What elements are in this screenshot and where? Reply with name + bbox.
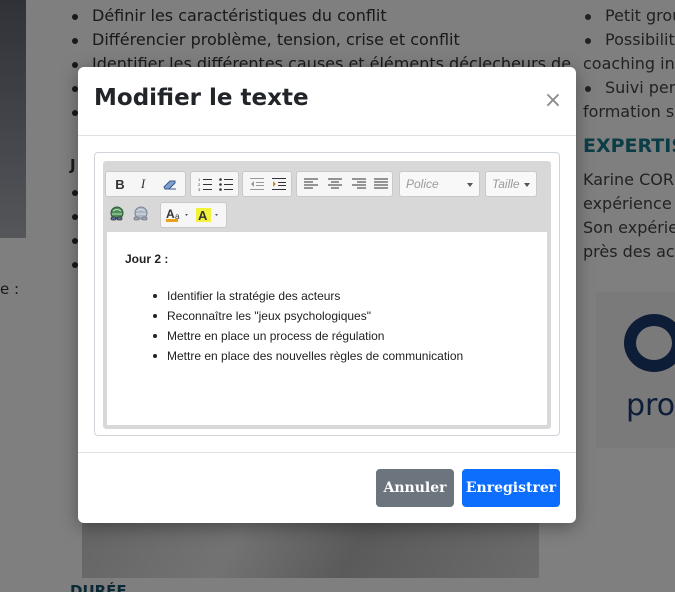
link-icon [110, 206, 124, 221]
unlink-icon [133, 206, 148, 221]
ordered-list-button[interactable]: 1 2 3 [195, 174, 215, 194]
outdent-icon [250, 178, 264, 190]
content-list-item: Reconnaître les "jeux psychologiques" [149, 306, 463, 326]
align-justify-icon [374, 178, 388, 189]
toolbar-group-lists: 1 2 3 [190, 171, 239, 197]
rich-text-editor: B I 1 2 3 Police Taille A a A Jour 2: I… [103, 161, 551, 429]
toolbar-group-indent [242, 171, 292, 197]
align-right-button[interactable] [349, 174, 369, 194]
svg-text:A: A [198, 208, 208, 223]
font-size-select[interactable]: Taille [485, 171, 537, 197]
indent-icon [272, 178, 286, 190]
editor-container: B I 1 2 3 Police Taille A a A Jour 2: I… [94, 152, 560, 436]
eraser-icon [163, 180, 176, 190]
align-justify-button[interactable] [371, 174, 391, 194]
italic-button[interactable]: I [133, 174, 153, 194]
indent-button[interactable] [269, 174, 289, 194]
toolbar-group-colors: A a A [160, 202, 227, 228]
background-color-button[interactable]: A [195, 205, 223, 225]
italic-icon: I [140, 176, 146, 191]
bold-icon: B [115, 176, 125, 192]
outdent-button[interactable] [247, 174, 267, 194]
close-icon[interactable]: × [542, 89, 564, 113]
font-size-placeholder: Taille [492, 177, 520, 191]
chevron-down-icon [524, 183, 530, 187]
align-center-icon [328, 178, 342, 189]
toolbar-group-format: B I [105, 171, 186, 197]
content-list: Identifier la stratégie des acteurs Reco… [149, 286, 463, 366]
svg-text:a: a [175, 212, 180, 221]
editor-content-area[interactable]: Jour 2 : Identifier la stratégie des act… [107, 232, 547, 425]
save-button[interactable]: Enregistrer [462, 469, 560, 507]
unordered-list-button[interactable] [216, 174, 236, 194]
modal-header: Modifier le texte × [78, 67, 576, 136]
svg-text:3: 3 [198, 187, 201, 191]
insert-link-button[interactable] [107, 204, 127, 224]
font-family-select[interactable]: Police [399, 171, 480, 197]
cancel-button[interactable]: Annuler [376, 469, 454, 507]
align-left-icon [304, 178, 318, 189]
remove-format-button[interactable] [160, 174, 180, 194]
edit-text-modal: Modifier le texte × B I 1 2 3 Police Tai… [78, 67, 576, 523]
modal-title: Modifier le texte [94, 85, 309, 111]
unordered-list-icon [219, 178, 233, 191]
align-center-button[interactable] [325, 174, 345, 194]
content-list-item: Identifier la stratégie des acteurs [149, 286, 463, 306]
chevron-down-icon [467, 183, 473, 187]
align-left-button[interactable] [301, 174, 321, 194]
toolbar-group-align [296, 171, 393, 197]
align-right-icon [352, 178, 366, 189]
content-list-item: Mettre en place des nouvelles règles de … [149, 346, 463, 366]
svg-text:A: A [166, 207, 175, 221]
highlight-color-icon: A [196, 208, 218, 223]
content-list-item: Mettre en place un process de régulation [149, 326, 463, 346]
content-heading: Jour 2 : [125, 252, 169, 266]
ordered-list-icon: 1 2 3 [198, 177, 212, 191]
bold-button[interactable]: B [110, 174, 130, 194]
font-family-placeholder: Police [406, 177, 439, 191]
text-color-button[interactable]: A a [164, 205, 192, 225]
unlink-button[interactable] [131, 204, 151, 224]
text-color-icon: A a [166, 207, 188, 222]
modal-footer: Annuler Enregistrer [78, 452, 576, 523]
